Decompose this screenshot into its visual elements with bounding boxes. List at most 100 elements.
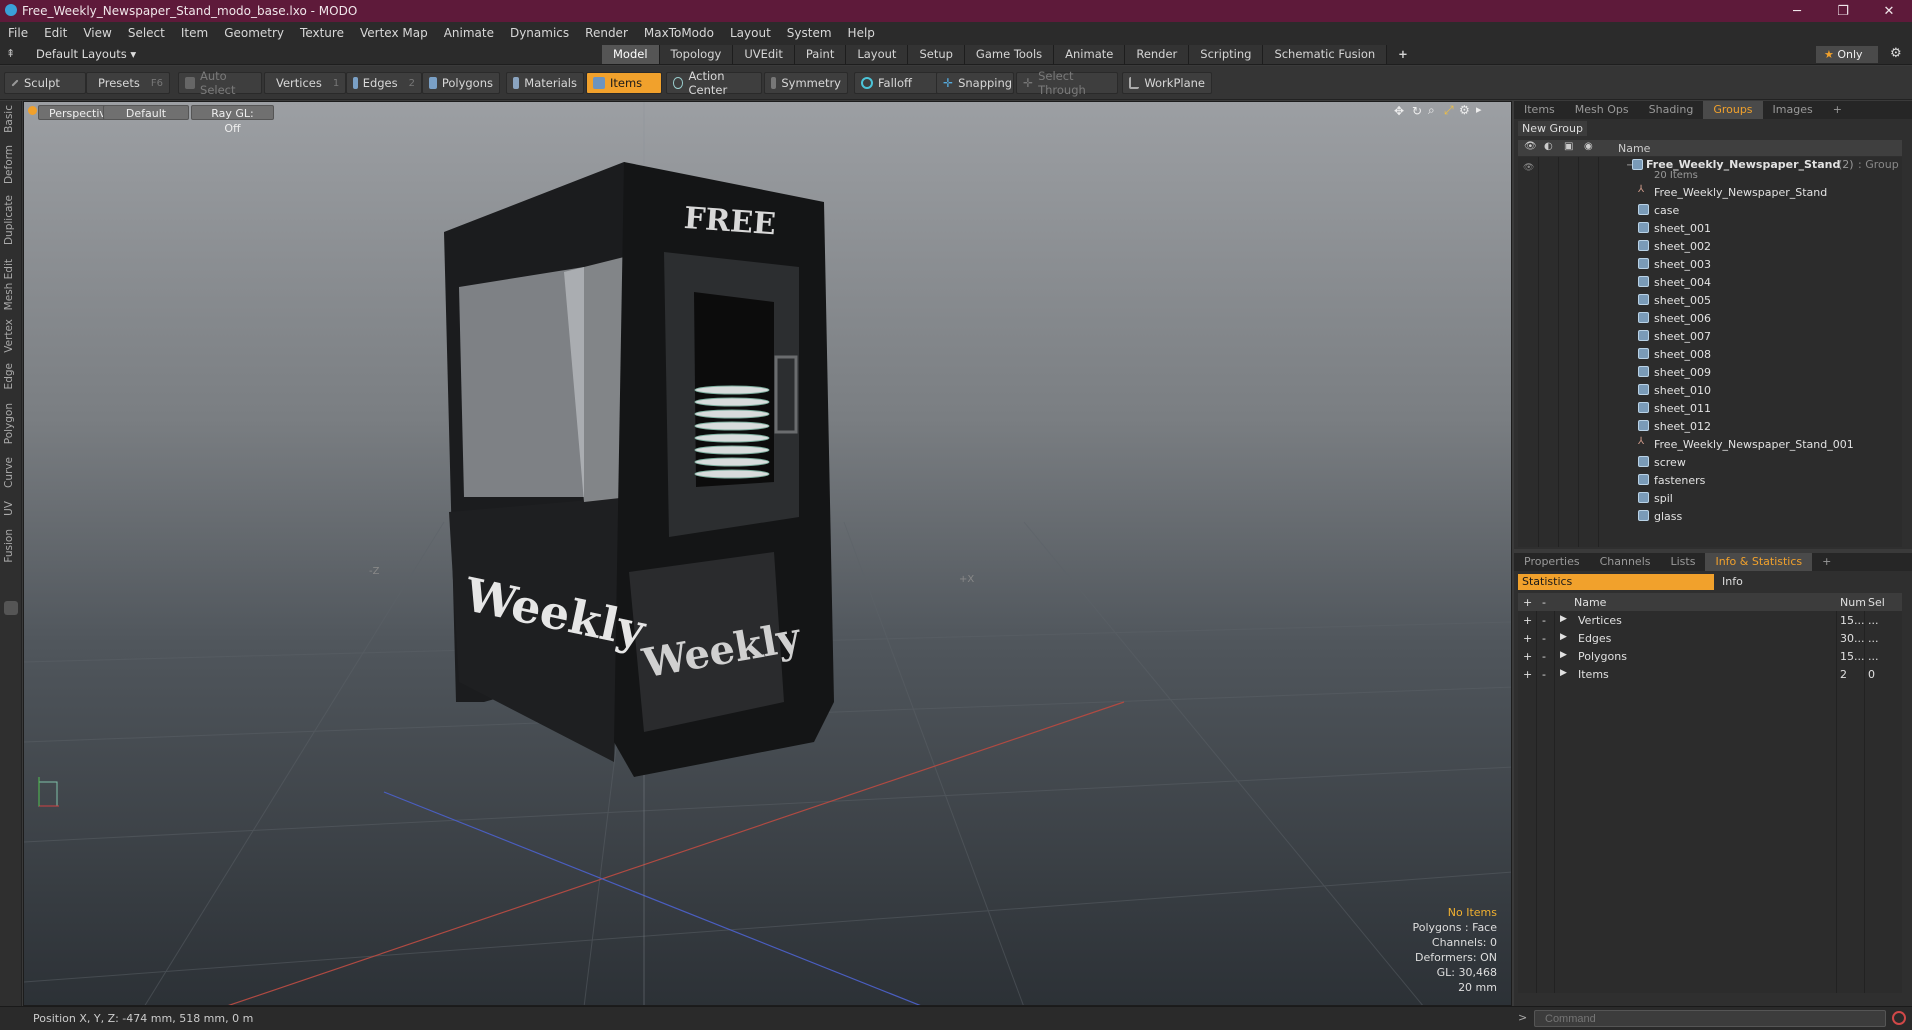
new-group-button[interactable]: New Group <box>1518 121 1587 136</box>
strip-tab-deform[interactable]: Deform <box>3 145 15 184</box>
menu-select[interactable]: Select <box>120 26 173 40</box>
remove-icon[interactable]: - <box>1542 614 1546 627</box>
remove-icon[interactable]: - <box>1542 668 1546 681</box>
visibility-column-icon[interactable]: 👁 <box>1524 141 1537 152</box>
add-icon[interactable]: + <box>1523 668 1532 681</box>
menu-animate[interactable]: Animate <box>436 26 502 40</box>
items-button[interactable]: Items <box>586 72 662 94</box>
minimize-icon[interactable]: ─ <box>1774 0 1820 22</box>
expand-icon[interactable]: ▶ <box>1560 632 1567 642</box>
polygons-button[interactable]: Polygons <box>422 72 500 94</box>
name-header[interactable]: Name <box>1574 596 1606 609</box>
sculpt-button[interactable]: Sculpt <box>4 72 86 94</box>
tab-model[interactable]: Model <box>602 45 660 64</box>
menu-view[interactable]: View <box>75 26 119 40</box>
tree-item[interactable]: sheet_007 <box>1518 327 1902 345</box>
tab-images[interactable]: Images <box>1763 101 1823 119</box>
tab-topology[interactable]: Topology <box>659 45 734 64</box>
tab-lists[interactable]: Lists <box>1661 553 1706 571</box>
tree-item[interactable]: sheet_010 <box>1518 381 1902 399</box>
tab-uvedit[interactable]: UVEdit <box>733 45 795 64</box>
edges-button[interactable]: Edges 2 <box>346 72 422 94</box>
tree-item[interactable]: screw <box>1518 453 1902 471</box>
add-icon[interactable]: + <box>1523 614 1532 627</box>
info-tab[interactable]: Info <box>1718 574 1743 590</box>
group-visibility-icon[interactable]: 👁 <box>1523 163 1534 173</box>
menu-system[interactable]: System <box>779 26 840 40</box>
lock-column-icon[interactable]: ▣ <box>1564 141 1573 152</box>
layout-selector[interactable]: Default Layouts ▾ <box>36 47 136 61</box>
tree-item[interactable]: sheet_004 <box>1518 273 1902 291</box>
add-panel-tab-icon[interactable]: + <box>1823 101 1852 119</box>
workplane-button[interactable]: WorkPlane <box>1122 72 1212 94</box>
tree-item[interactable]: glass <box>1518 507 1902 525</box>
layout-pin-icon[interactable]: ⇞ <box>6 47 15 60</box>
tab-channels[interactable]: Channels <box>1590 553 1661 571</box>
tab-scripting[interactable]: Scripting <box>1189 45 1264 64</box>
tree-item[interactable]: sheet_008 <box>1518 345 1902 363</box>
strip-tab-mesh-edit[interactable]: Mesh Edit <box>3 259 15 310</box>
newspaper-stand-model[interactable]: FREE Weekly Weekly <box>444 162 834 777</box>
tab-info-statistics[interactable]: Info & Statistics <box>1705 553 1813 571</box>
add-icon[interactable]: + <box>1523 596 1532 609</box>
symmetry-button[interactable]: Symmetry <box>764 72 848 94</box>
add-panel-tab-icon[interactable]: + <box>1812 553 1841 571</box>
menu-dynamics[interactable]: Dynamics <box>502 26 577 40</box>
menu-layout[interactable]: Layout <box>722 26 779 40</box>
tab-layout[interactable]: Layout <box>846 45 909 64</box>
num-header[interactable]: Num <box>1840 596 1866 609</box>
expand-icon[interactable]: ▶ <box>1560 614 1567 624</box>
remove-icon[interactable]: - <box>1542 650 1546 663</box>
restore-icon[interactable]: ❐ <box>1820 0 1866 22</box>
add-tab-icon[interactable]: + <box>1387 45 1419 64</box>
menu-item[interactable]: Item <box>173 26 216 40</box>
falloff-button[interactable]: Falloff <box>854 72 938 94</box>
tree-item[interactable]: sheet_003 <box>1518 255 1902 273</box>
materials-button[interactable]: Materials <box>506 72 584 94</box>
table-row[interactable]: + - ▶ Items 2 0 <box>1518 665 1902 683</box>
expand-icon[interactable]: ▶ <box>1560 650 1567 660</box>
tree-item[interactable]: sheet_006 <box>1518 309 1902 327</box>
menu-texture[interactable]: Texture <box>292 26 352 40</box>
gear-icon[interactable]: ⚙ <box>1890 46 1902 61</box>
sel-header[interactable]: Sel <box>1868 596 1885 609</box>
strip-tab-edge[interactable]: Edge <box>3 363 15 389</box>
remove-icon[interactable]: - <box>1542 596 1546 609</box>
menu-file[interactable]: File <box>0 26 36 40</box>
menu-edit[interactable]: Edit <box>36 26 75 40</box>
add-icon[interactable]: + <box>1523 650 1532 663</box>
tree-item[interactable]: fasteners <box>1518 471 1902 489</box>
select-through-button[interactable]: ✛ Select Through <box>1016 69 1118 97</box>
strip-tab-polygon[interactable]: Polygon <box>3 403 15 444</box>
menu-render[interactable]: Render <box>577 26 636 40</box>
select-column-icon[interactable]: ◉ <box>1584 141 1593 152</box>
name-column-header[interactable]: Name <box>1618 142 1650 155</box>
menu-geometry[interactable]: Geometry <box>216 26 292 40</box>
tab-animate[interactable]: Animate <box>1054 45 1126 64</box>
group-row[interactable]: 👁 − Free_Weekly_Newspaper_Stand (2) : Gr… <box>1518 157 1902 183</box>
strip-toggle-button[interactable] <box>4 601 18 615</box>
tree-item[interactable]: sheet_009 <box>1518 363 1902 381</box>
menu-help[interactable]: Help <box>840 26 883 40</box>
table-row[interactable]: + - ▶ Vertices 15... ... <box>1518 611 1902 629</box>
table-row[interactable]: + - ▶ Polygons 15... ... <box>1518 647 1902 665</box>
tree-item[interactable]: ⅄ Free_Weekly_Newspaper_Stand_001 <box>1518 435 1902 453</box>
close-icon[interactable]: ✕ <box>1866 0 1912 22</box>
action-center-button[interactable]: Action Center <box>666 69 762 97</box>
statistics-tab[interactable]: Statistics <box>1518 574 1714 590</box>
record-icon[interactable] <box>1892 1011 1906 1025</box>
tab-mesh-ops[interactable]: Mesh Ops <box>1565 101 1639 119</box>
remove-icon[interactable]: - <box>1542 632 1546 645</box>
tree-item[interactable]: sheet_011 <box>1518 399 1902 417</box>
strip-tab-basic[interactable]: Basic <box>3 105 15 133</box>
3d-viewport[interactable]: Perspective Default Ray GL: Off ✥ ↻ ⌕ ⤢ … <box>23 101 1512 1006</box>
tab-schematic-fusion[interactable]: Schematic Fusion <box>1263 45 1388 64</box>
vertices-button[interactable]: Vertices 1 <box>264 72 346 94</box>
strip-tab-duplicate[interactable]: Duplicate <box>3 195 15 245</box>
render-column-icon[interactable]: ◐ <box>1544 141 1553 152</box>
menu-vertex-map[interactable]: Vertex Map <box>352 26 436 40</box>
auto-select-button[interactable]: Auto Select <box>178 69 262 97</box>
tree-item[interactable]: sheet_005 <box>1518 291 1902 309</box>
tab-properties[interactable]: Properties <box>1514 553 1590 571</box>
strip-tab-uv[interactable]: UV <box>3 501 15 516</box>
